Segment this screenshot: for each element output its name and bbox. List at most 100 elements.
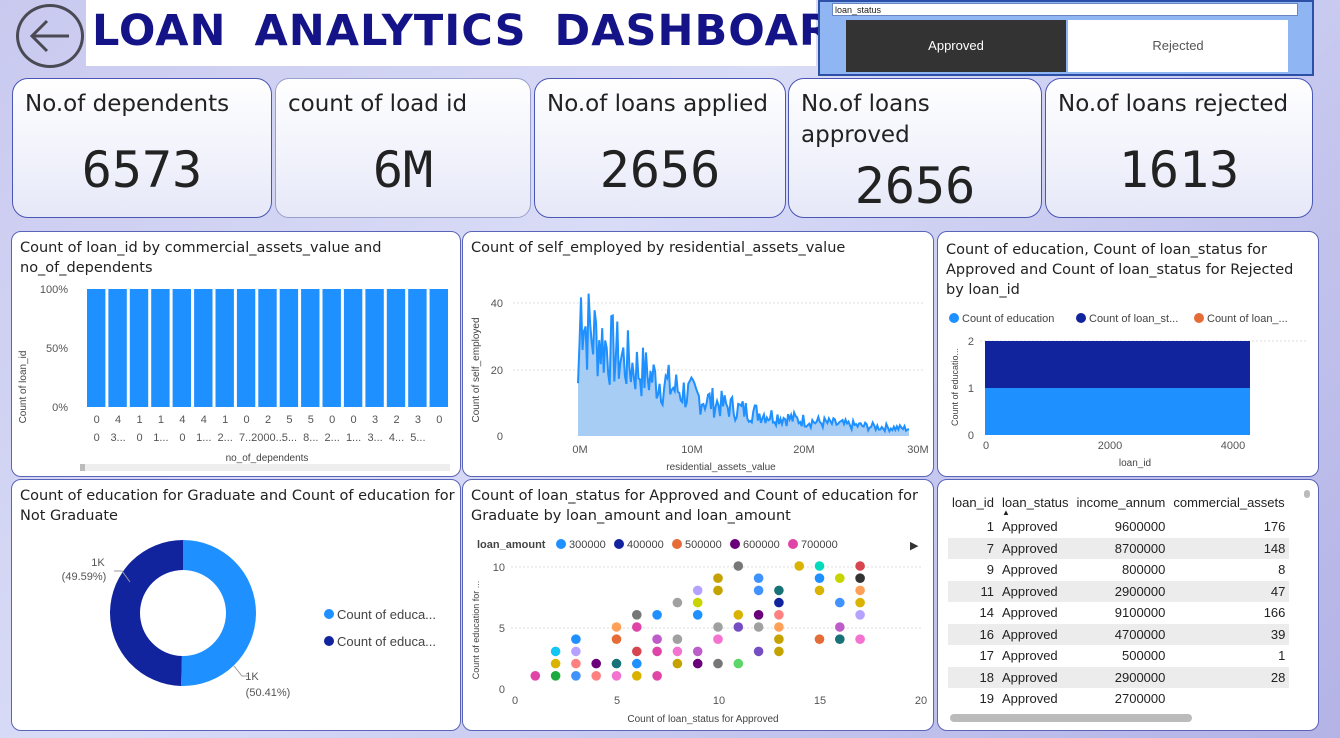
scatter-point[interactable]	[774, 634, 784, 644]
table-row[interactable]: 1 Approved 9600000 176	[948, 516, 1289, 538]
scatter-point[interactable]	[530, 671, 541, 681]
table-row[interactable]: 17 Approved 500000 1	[948, 645, 1289, 667]
column-header-loan-status[interactable]: loan_status ▲	[998, 488, 1073, 518]
bar[interactable]	[279, 289, 299, 407]
scatter-point[interactable]	[571, 658, 581, 669]
kpi-card-dependents[interactable]: No.of dependents 6573	[12, 78, 272, 218]
scatter-point[interactable]	[855, 597, 865, 608]
bar[interactable]	[129, 289, 149, 407]
scatter-point[interactable]	[753, 585, 764, 596]
scatter-point[interactable]	[611, 658, 622, 669]
scatter-point[interactable]	[632, 610, 642, 620]
scatter-point[interactable]	[672, 658, 683, 669]
data-table-panel[interactable]: loan_id loan_status ▲ income_annum commer…	[937, 479, 1319, 731]
bar[interactable]	[343, 289, 363, 407]
bar[interactable]	[151, 289, 170, 407]
scatter-point[interactable]	[713, 585, 723, 596]
scatter-point[interactable]	[794, 561, 804, 571]
scatter-point[interactable]	[591, 658, 601, 669]
bar[interactable]	[258, 289, 277, 407]
scatter-point[interactable]	[814, 561, 825, 571]
table-row[interactable]: 19 Approved 2700000	[948, 688, 1289, 710]
kpi-card-loans-rejected[interactable]: No.of loans rejected 1613	[1045, 78, 1313, 218]
scatter-point[interactable]	[733, 561, 744, 571]
column-header-income-annum[interactable]: income_annum	[1073, 488, 1170, 516]
scatter-point[interactable]	[713, 573, 723, 583]
scatter-point[interactable]	[713, 622, 723, 632]
scatter-point[interactable]	[571, 646, 581, 657]
scatter-point[interactable]	[692, 646, 703, 657]
scatter-point[interactable]	[774, 585, 784, 596]
donut-slice[interactable]	[181, 540, 256, 686]
bar[interactable]	[365, 289, 384, 407]
scatter-point[interactable]	[611, 622, 622, 632]
scatter-point[interactable]	[855, 573, 865, 583]
scatter-point[interactable]	[652, 634, 662, 644]
table-horizontal-scrollbar[interactable]	[950, 714, 1192, 722]
scatter-point[interactable]	[692, 585, 703, 596]
bar[interactable]	[108, 289, 127, 407]
scatter-point[interactable]	[753, 646, 764, 657]
table-row[interactable]: 16 Approved 4700000 39	[948, 623, 1290, 645]
scatter-point[interactable]	[774, 610, 784, 620]
bar[interactable]	[172, 289, 191, 407]
table-row[interactable]: 7 Approved 8700000 148	[948, 537, 1290, 559]
scatter-point[interactable]	[713, 634, 723, 644]
bar[interactable]	[236, 289, 256, 407]
table-vertical-scrollbar[interactable]	[1304, 490, 1310, 498]
horizontal-scrollbar[interactable]	[80, 464, 450, 471]
scatter-point[interactable]	[692, 658, 703, 669]
loan-status-slicer[interactable]: loan_status Approved Rejected	[818, 0, 1314, 76]
scatter-point[interactable]	[591, 671, 601, 681]
stack-segment-approved[interactable]	[985, 341, 1250, 388]
table-row[interactable]: 9 Approved 800000 8	[948, 559, 1289, 581]
scatter-point[interactable]	[733, 610, 744, 620]
bar[interactable]	[408, 289, 427, 407]
scatter-point[interactable]	[753, 610, 764, 620]
table-row[interactable]: 18 Approved 2900000 28	[948, 666, 1290, 688]
scatter-point[interactable]	[632, 646, 642, 657]
scatter-point[interactable]	[814, 573, 825, 583]
stack-segment-education[interactable]	[985, 388, 1250, 435]
table-row[interactable]: 14 Approved 9100000 166	[948, 602, 1289, 624]
scatter-point[interactable]	[835, 634, 845, 644]
scatter-point[interactable]	[774, 597, 784, 608]
bar[interactable]	[87, 289, 106, 407]
donut-chart-panel[interactable]: Count of education for Graduate and Coun…	[11, 479, 461, 731]
slicer-option-rejected[interactable]: Rejected	[1068, 20, 1288, 72]
table-row[interactable]: 11 Approved 2900000 47	[948, 580, 1290, 602]
scatter-point[interactable]	[753, 622, 764, 632]
stacked-chart-panel[interactable]: Count of education, Count of loan_status…	[937, 231, 1319, 477]
kpi-card-loans-approved[interactable]: No.of loans approved 2656	[788, 78, 1042, 218]
scatter-point[interactable]	[632, 671, 642, 681]
scatter-chart-panel[interactable]: Count of loan_status for Approved and Co…	[462, 479, 934, 731]
kpi-card-loan-id-count[interactable]: count of load id 6M	[275, 78, 531, 218]
scatter-point[interactable]	[652, 671, 662, 681]
scatter-point[interactable]	[855, 561, 865, 571]
scatter-point[interactable]	[692, 597, 703, 608]
scatter-point[interactable]	[571, 671, 581, 681]
scatter-point[interactable]	[855, 634, 865, 644]
bar[interactable]	[386, 289, 406, 407]
bar[interactable]	[429, 289, 448, 407]
scatter-point[interactable]	[611, 634, 622, 644]
scatter-point[interactable]	[692, 610, 703, 620]
scatter-point[interactable]	[753, 573, 764, 583]
column-header-loan-id[interactable]: loan_id	[948, 488, 998, 516]
scatter-point[interactable]	[611, 671, 622, 681]
scatter-point[interactable]	[733, 658, 744, 669]
kpi-card-loans-applied[interactable]: No.of loans applied 2656	[534, 78, 786, 218]
scatter-point[interactable]	[652, 610, 662, 620]
scatter-point[interactable]	[672, 597, 683, 608]
back-button[interactable]	[16, 4, 84, 68]
column-header-commercial-assets[interactable]: commercial_assets	[1169, 488, 1289, 516]
donut-slice[interactable]	[109, 540, 183, 686]
scatter-point[interactable]	[835, 573, 845, 583]
area-chart-panel[interactable]: Count of self_employed by residential_as…	[462, 231, 934, 477]
bar-chart-panel[interactable]: Count of loan_id by commercial_assets_va…	[11, 231, 461, 477]
scatter-point[interactable]	[855, 585, 865, 596]
scatter-point[interactable]	[550, 658, 561, 669]
scatter-point[interactable]	[652, 646, 662, 657]
bar[interactable]	[301, 289, 320, 407]
scatter-point[interactable]	[774, 646, 784, 657]
